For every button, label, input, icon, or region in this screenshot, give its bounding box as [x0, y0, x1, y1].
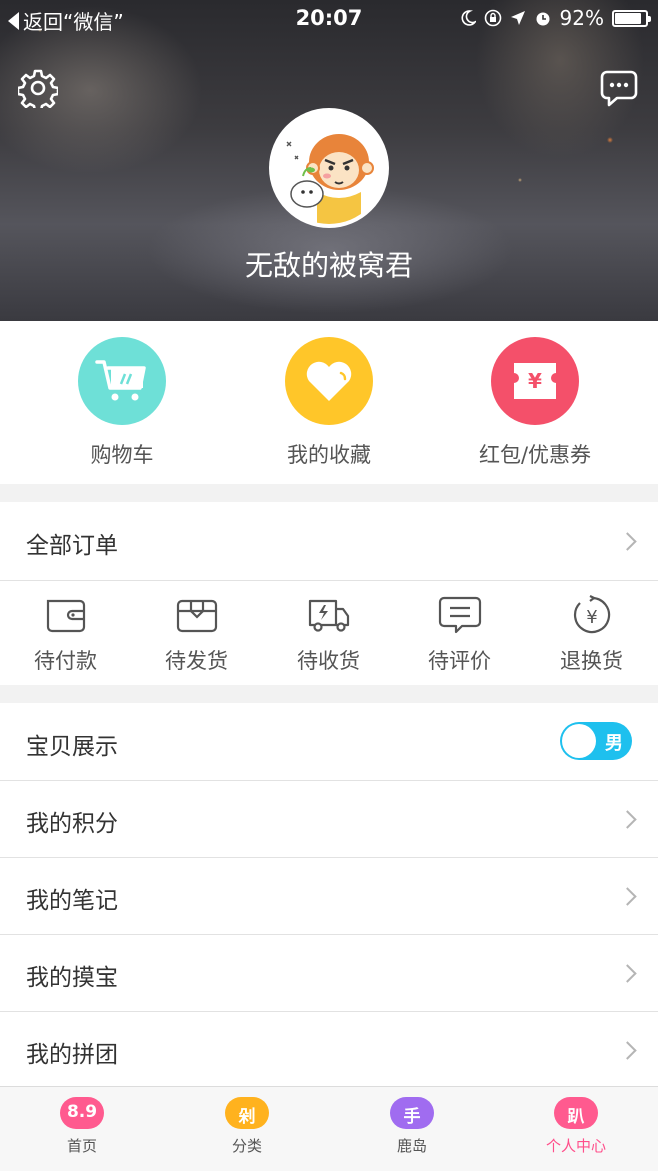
coupon-button[interactable]: ¥ 红包/优惠券 [435, 337, 635, 469]
display-setting-row: 宝贝展示 男 [0, 703, 658, 780]
settings-gear-icon[interactable] [18, 68, 58, 108]
pending-shipment-label: 待发货 [165, 649, 228, 673]
location-icon [510, 11, 525, 25]
order-status-bar: 待付款 待发货 待收货 待评价 ¥ 退换货 [0, 581, 658, 685]
toggle-knob [562, 724, 596, 758]
cart-button[interactable]: 购物车 [22, 337, 222, 469]
tab-label: 首页 [66, 1137, 97, 1155]
chevron-right-icon [618, 887, 637, 906]
pending-receipt-button[interactable]: 待收货 [263, 595, 394, 675]
home-tab-icon: 8.9 [54, 1093, 110, 1133]
menu-item-treasure[interactable]: 我的摸宝 [0, 935, 658, 1011]
chevron-right-icon [618, 532, 637, 551]
svg-text:¥: ¥ [528, 369, 542, 393]
heart-icon [285, 337, 373, 425]
cart-icon [78, 337, 166, 425]
profile-tab-icon: 趴 [548, 1093, 604, 1133]
all-orders-label: 全部订单 [26, 533, 118, 559]
tab-bar: 8.9 首页 剁 分类 手 鹿岛 趴 个人中心 [0, 1086, 658, 1171]
cart-label: 购物车 [90, 443, 154, 467]
profile-tab-badge: 趴 [567, 1107, 585, 1127]
battery-icon [612, 9, 651, 27]
menu-item-label: 我的拼团 [26, 1042, 118, 1068]
tab-label: 分类 [231, 1137, 262, 1155]
island-tab-badge: 手 [403, 1107, 421, 1127]
toggle-value: 男 [605, 733, 623, 754]
returns-label: 退换货 [560, 649, 623, 673]
category-tab-badge: 剁 [238, 1107, 256, 1127]
comment-icon [438, 596, 481, 634]
category-tab-icon: 剁 [219, 1093, 275, 1133]
pending-payment-button[interactable]: 待付款 [0, 595, 131, 675]
favorites-label: 我的收藏 [287, 443, 371, 467]
alarm-icon [536, 12, 550, 26]
chevron-right-icon [618, 1041, 637, 1060]
avatar[interactable] [269, 108, 389, 228]
status-icons: 92% [460, 6, 651, 30]
username: 无敌的被窝君 [244, 249, 413, 282]
tab-category[interactable]: 剁 分类 [197, 1093, 297, 1156]
island-tab-icon: 手 [384, 1093, 440, 1133]
home-tab-badge: 8.9 [66, 1102, 98, 1122]
battery-percent: 92% [559, 6, 604, 30]
coupon-icon: ¥ [491, 337, 579, 425]
pending-payment-label: 待付款 [34, 649, 97, 673]
menu-item-label: 我的积分 [26, 811, 118, 837]
menu-item-label: 我的摸宝 [26, 965, 118, 991]
pending-review-button[interactable]: 待评价 [394, 595, 525, 675]
svg-text:¥: ¥ [586, 607, 597, 628]
rotation-lock-icon [484, 9, 501, 27]
message-bubble-icon[interactable] [599, 68, 639, 108]
gender-toggle[interactable]: 男 [560, 722, 632, 760]
menu-item-points[interactable]: 我的积分 [0, 781, 658, 857]
pending-review-label: 待评价 [428, 649, 491, 673]
pending-shipment-button[interactable]: 待发货 [131, 595, 262, 675]
menu-item-notes[interactable]: 我的笔记 [0, 858, 658, 934]
truck-icon [308, 599, 349, 632]
tab-home[interactable]: 8.9 首页 [32, 1093, 132, 1156]
tab-island[interactable]: 手 鹿岛 [362, 1093, 462, 1156]
status-bar: 返回“微信” 20:07 92% [0, 0, 658, 36]
wallet-icon [46, 599, 85, 633]
favorites-button[interactable]: 我的收藏 [229, 337, 429, 469]
pending-receipt-label: 待收货 [297, 649, 360, 673]
chevron-right-icon [618, 964, 637, 983]
quick-actions: 购物车 我的收藏 ¥ 红包/优惠券 [0, 321, 658, 484]
tab-label-active: 个人中心 [545, 1137, 606, 1155]
tab-profile[interactable]: 趴 个人中心 [526, 1093, 626, 1156]
tab-label: 鹿岛 [396, 1137, 427, 1155]
menu-item-group-buy[interactable]: 我的拼团 [0, 1012, 658, 1086]
returns-button[interactable]: ¥ 退换货 [526, 595, 657, 675]
monkey-avatar-illustration [273, 112, 385, 224]
coupon-label: 红包/优惠券 [478, 443, 592, 467]
profile-header: 返回“微信” 20:07 92% 无敌的被窝君 [0, 0, 658, 321]
all-orders-row[interactable]: 全部订单 [0, 502, 658, 580]
moon-icon [461, 10, 476, 26]
refund-icon: ¥ [573, 595, 610, 634]
display-label: 宝贝展示 [26, 734, 118, 760]
menu-item-label: 我的笔记 [26, 888, 118, 914]
chevron-right-icon [618, 810, 637, 829]
package-icon [176, 599, 217, 633]
